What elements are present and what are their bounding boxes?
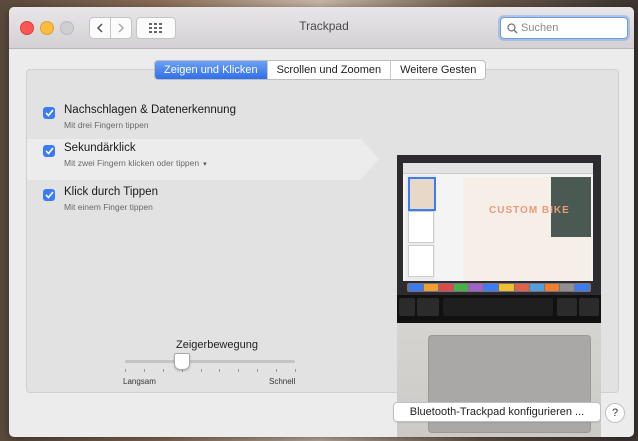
title-bar: Trackpad <box>9 7 634 49</box>
pointer-speed-slider[interactable] <box>125 360 295 363</box>
minimize-button[interactable] <box>40 21 54 35</box>
option-subtitle-popup[interactable]: Mit zwei Fingern klicken oder tippen ▾ <box>64 158 207 168</box>
preview-screen: CUSTOM BIKE <box>397 155 601 295</box>
grid-icon <box>149 23 162 33</box>
touch-bar-key <box>443 298 553 316</box>
option-klick-durch-tippen: Klick durch Tippen Mit einem Finger tipp… <box>43 186 363 222</box>
settings-panel: Nachschlagen & Datenerkennung Mit drei F… <box>26 69 619 437</box>
tab-scrollen-und-zoomen[interactable]: Scrollen und Zoomen <box>268 61 392 79</box>
option-subtitle: Mit einem Finger tippen <box>64 202 153 212</box>
preview-thumb <box>408 245 434 277</box>
option-nachschlagen: Nachschlagen & Datenerkennung Mit drei F… <box>43 104 363 140</box>
search-input[interactable] <box>521 22 621 34</box>
tab-weitere-gesten[interactable]: Weitere Gesten <box>391 61 485 79</box>
zoom-button[interactable] <box>60 21 74 35</box>
checkbox-sekundaerklick[interactable] <box>43 145 55 157</box>
option-title: Sekundärklick <box>64 142 136 154</box>
preview-toolbar <box>403 163 593 174</box>
slider-tick <box>257 369 259 372</box>
preview-doc-text: CUSTOM BIKE <box>489 205 570 216</box>
checkmark-icon <box>44 147 54 155</box>
touch-bar-key <box>399 298 415 316</box>
checkbox-nachschlagen[interactable] <box>43 107 55 119</box>
slider-min-label: Langsam <box>123 377 156 386</box>
slider-tick <box>162 369 164 372</box>
slider-max-label: Schnell <box>269 377 296 386</box>
slider-tick <box>276 369 278 372</box>
help-button[interactable]: ? <box>605 403 625 423</box>
tab-zeigen-und-klicken[interactable]: Zeigen und Klicken <box>155 61 268 79</box>
preview-app-window: CUSTOM BIKE <box>403 163 593 281</box>
show-all-button[interactable] <box>136 17 176 39</box>
touch-bar-key <box>557 298 577 316</box>
gesture-preview-image: CUSTOM BIKE <box>397 155 601 437</box>
slider-tick <box>125 369 126 372</box>
slider-tick <box>219 369 221 372</box>
option-title: Klick durch Tippen <box>64 186 158 198</box>
forward-button[interactable] <box>110 17 132 39</box>
checkmark-icon <box>44 109 54 117</box>
preview-touch-bar <box>397 295 601 323</box>
search-field[interactable] <box>500 17 628 39</box>
option-title: Nachschlagen & Datenerkennung <box>64 104 236 116</box>
chevron-left-icon <box>96 23 103 33</box>
slider-tick <box>200 369 202 372</box>
preview-dock <box>407 283 591 292</box>
slider-tick <box>143 369 145 372</box>
search-icon <box>507 22 518 33</box>
touch-bar-key <box>579 298 599 316</box>
slider-tick <box>295 369 296 372</box>
option-subtitle: Mit zwei Fingern klicken oder tippen <box>64 158 200 168</box>
preview-thumb <box>408 211 434 243</box>
checkbox-klick-durch-tippen[interactable] <box>43 189 55 201</box>
preview-document: CUSTOM BIKE <box>463 177 591 281</box>
preview-thumb <box>408 177 436 211</box>
checkmark-icon <box>44 191 54 199</box>
back-button[interactable] <box>89 17 111 39</box>
window-title: Trackpad <box>299 19 349 33</box>
highlight-pointer <box>361 139 379 179</box>
touch-bar-key <box>417 298 439 316</box>
preferences-window: Trackpad Zeigen und Klicken Scrollen und… <box>9 7 634 437</box>
bluetooth-trackpad-button[interactable]: Bluetooth-Trackpad konfigurieren ... <box>393 402 601 422</box>
slider-tick <box>238 369 240 372</box>
tab-bar: Zeigen und Klicken Scrollen und Zoomen W… <box>154 60 487 80</box>
pointer-speed-title: Zeigerbewegung <box>176 339 258 351</box>
option-sekundaerklick: Sekundärklick Mit zwei Fingern klicken o… <box>43 142 363 178</box>
chevron-down-icon: ▾ <box>203 161 207 168</box>
slider-knob[interactable] <box>174 353 191 370</box>
close-button[interactable] <box>20 21 34 35</box>
preview-thumbnails <box>405 175 436 281</box>
chevron-right-icon <box>118 23 125 33</box>
option-subtitle: Mit drei Fingern tippen <box>64 120 149 130</box>
